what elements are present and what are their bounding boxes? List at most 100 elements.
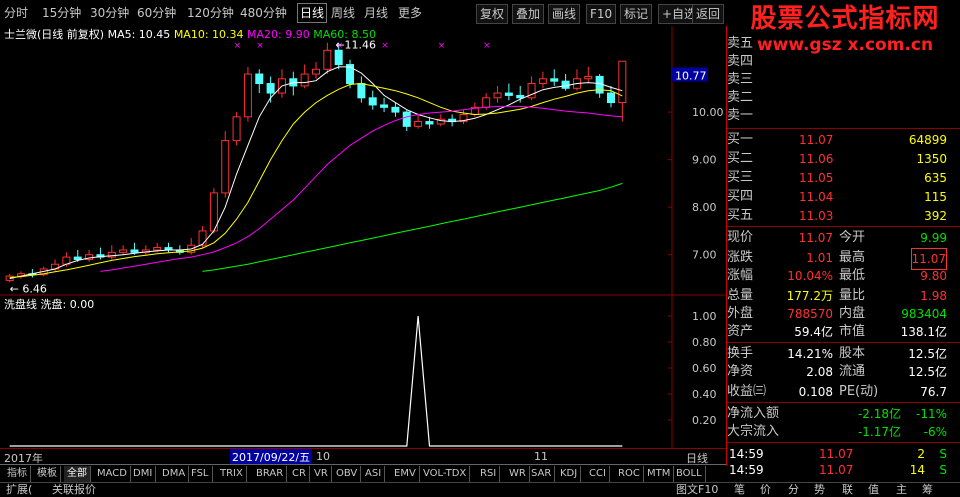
- quote-separator: [727, 226, 960, 227]
- indicator-tab-18[interactable]: KDJ: [557, 466, 582, 482]
- indicator-tab-9[interactable]: CR: [289, 466, 310, 482]
- candle-body: [584, 75, 593, 80]
- ask-label: 卖三: [727, 72, 754, 87]
- status-item-2[interactable]: 图文F10: [676, 483, 718, 497]
- indicator-tab-13[interactable]: EMV: [391, 466, 420, 482]
- indicator-tab-12[interactable]: ASI: [362, 466, 386, 482]
- candle-body: [198, 230, 207, 246]
- chart-tools: 复权 叠加 画线 F10 标记 +自选 返回: [0, 0, 726, 26]
- toolbar-button-2[interactable]: 画线: [548, 4, 581, 24]
- candle-body: [323, 49, 332, 70]
- ask-label: 卖二: [727, 90, 754, 105]
- price-label: 10.00: [692, 106, 724, 119]
- status-item-5[interactable]: 分: [788, 483, 799, 497]
- indicator-tab-1[interactable]: 模板: [34, 466, 61, 482]
- low-price-label: ← 6.46: [10, 282, 47, 295]
- sub-axis-label: 0.40: [692, 388, 717, 401]
- indicator-tab-2[interactable]: 全部: [64, 466, 91, 482]
- ma20-value: MA20: 9.90: [247, 28, 310, 41]
- bid-row: 买四 11.04 115: [727, 187, 960, 207]
- xipan-indicator-chart[interactable]: 1.00 0.80 0.60 0.40 0.20: [0, 296, 726, 448]
- indicator-tab-16[interactable]: WR: [506, 466, 530, 482]
- toolbar-button-0[interactable]: 复权: [476, 4, 509, 24]
- indicator-tab-0[interactable]: 指标: [4, 466, 31, 482]
- cursor-date: 2017/09/22/五: [230, 449, 313, 465]
- status-item-10[interactable]: 筹: [922, 483, 933, 497]
- candle-body: [516, 94, 525, 99]
- indicator-tab-15[interactable]: RSI: [477, 466, 501, 482]
- ask-label: 卖一: [727, 108, 754, 123]
- indicator-tab-4[interactable]: DMI: [130, 466, 157, 482]
- toolbar-button-1[interactable]: 叠加: [512, 4, 545, 24]
- indicator-tab-8[interactable]: BRAR: [253, 466, 288, 482]
- candle-body: [232, 116, 241, 142]
- stat-label-1: 资产: [727, 324, 754, 339]
- stat-label-2: 市值: [839, 324, 866, 339]
- flow-row: 净流入额 -2.18亿 -11%: [727, 404, 960, 424]
- indicator-tab-21[interactable]: MTM: [644, 466, 675, 482]
- toolbar-button-6[interactable]: 返回: [692, 4, 725, 24]
- indicator-tab-10[interactable]: VR: [311, 466, 332, 482]
- candle-body: [402, 111, 411, 127]
- indicator-tab-17[interactable]: SAR: [528, 466, 556, 482]
- status-item-0[interactable]: 扩展(: [6, 483, 32, 497]
- sub-axis-label: 0.60: [692, 362, 717, 375]
- stat-value-1: 11.07: [798, 231, 833, 245]
- quote-separator: [727, 342, 960, 343]
- candle-body: [153, 247, 162, 251]
- stat-label-1: 涨跌: [727, 250, 754, 265]
- toolbar-button-4[interactable]: 标记: [620, 4, 653, 24]
- stat-row: 换手 14.21% 股本 12.5亿: [727, 344, 960, 364]
- toolbar-button-3[interactable]: F10: [586, 4, 617, 24]
- indicator-tab-3[interactable]: MACD: [94, 466, 131, 482]
- status-item-1[interactable]: 关联报价: [52, 483, 96, 497]
- ask-row: 卖三: [727, 70, 960, 90]
- stat-label-2: 股本: [839, 346, 866, 361]
- candle-body: [550, 78, 559, 82]
- bid-row: 买二 11.06 1350: [727, 149, 960, 169]
- indicator-tab-5[interactable]: DMA: [159, 466, 190, 482]
- kline-chart[interactable]: 10.7710.009.008.007.00× × × × × ×←11.46← 6.46: [0, 26, 726, 296]
- bid-row: 买一 11.07 64899: [727, 130, 960, 150]
- stat-label-1: 涨幅: [727, 268, 754, 283]
- status-item-7[interactable]: 联: [842, 483, 853, 497]
- date-axis: 2017年 2017/09/22/五 10 11 日线: [0, 448, 726, 465]
- status-item-9[interactable]: 主: [896, 483, 907, 497]
- date-month-10: 10: [316, 450, 330, 463]
- indicator-tab-7[interactable]: TRIX: [217, 466, 247, 482]
- indicator-tab-14[interactable]: VOL-TDX: [420, 466, 471, 482]
- bid-label: 买三: [727, 170, 754, 185]
- flow-label: 大宗流入: [727, 424, 780, 439]
- stat-value-1: 788570: [787, 307, 833, 321]
- ask-row: 卖二: [727, 88, 960, 108]
- indicator-tab-19[interactable]: CCI: [586, 466, 610, 482]
- stat-label-1: 外盘: [727, 306, 754, 321]
- candle-body: [368, 97, 377, 106]
- stat-value-1: 0.108: [798, 385, 833, 399]
- indicator-tab-20[interactable]: ROC: [615, 466, 644, 482]
- stat-row: 收益㈢ 0.108 PE(动) 76.7: [727, 382, 960, 402]
- stat-label-2: 流通: [839, 364, 866, 379]
- indicator-tab-22[interactable]: BOLL: [673, 466, 706, 482]
- stat-label-2: 最高: [839, 250, 866, 265]
- status-item-3[interactable]: 笔: [734, 483, 745, 497]
- status-item-6[interactable]: 势: [814, 483, 825, 497]
- status-item-4[interactable]: 价: [760, 483, 771, 497]
- status-item-8[interactable]: 值: [868, 483, 879, 497]
- bid-price: 11.04: [799, 190, 834, 204]
- tick-volume: 14: [909, 463, 925, 477]
- candle-body: [493, 92, 502, 99]
- indicator-tab-6[interactable]: FSL: [188, 466, 213, 482]
- candle-body: [380, 104, 389, 108]
- stat-value-1: 14.21%: [787, 347, 833, 361]
- stat-label-1: 收益㈢: [727, 384, 767, 399]
- stat-value-1: 10.04%: [787, 269, 833, 283]
- price-label: 8.00: [692, 201, 717, 214]
- indicator-tab-11[interactable]: OBV: [333, 466, 362, 482]
- ma5-value: MA5: 10.45: [107, 28, 171, 41]
- price-label: 9.00: [692, 154, 717, 167]
- bid-volume: 64899: [908, 133, 947, 147]
- stat-label-2: PE(动): [839, 384, 879, 399]
- flow-percent: -6%: [923, 425, 947, 439]
- stat-row: 现价 11.07 今开 9.99: [727, 228, 960, 248]
